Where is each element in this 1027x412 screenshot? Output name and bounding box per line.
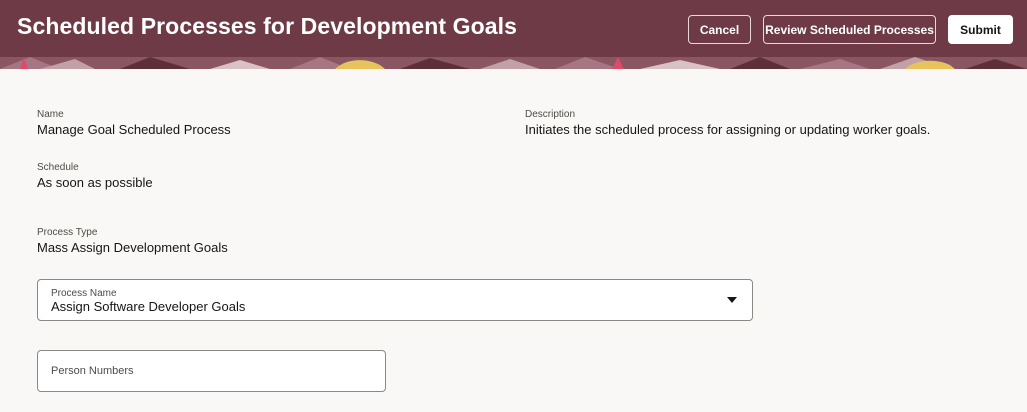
name-value: Manage Goal Scheduled Process (37, 122, 231, 137)
page-header: Scheduled Processes for Development Goal… (0, 0, 1027, 69)
description-value: Initiates the scheduled process for assi… (525, 122, 931, 137)
schedule-value: As soon as possible (37, 175, 153, 190)
page-title: Scheduled Processes for Development Goal… (17, 13, 518, 39)
process-name-value: Assign Software Developer Goals (51, 299, 246, 314)
process-type-value: Mass Assign Development Goals (37, 240, 228, 255)
header-decorative-pattern (0, 57, 1027, 69)
name-label: Name (37, 109, 64, 120)
submit-button[interactable]: Submit (948, 15, 1013, 44)
person-numbers-label: Person Numbers (51, 365, 134, 377)
process-name-select[interactable]: Process Name Assign Software Developer G… (37, 279, 753, 321)
chevron-down-icon[interactable] (727, 297, 737, 303)
review-scheduled-processes-button[interactable]: Review Scheduled Processes (763, 15, 936, 44)
description-label: Description (525, 109, 576, 120)
cancel-button[interactable]: Cancel (688, 15, 751, 44)
schedule-label: Schedule (37, 162, 79, 173)
process-type-label: Process Type (37, 227, 98, 238)
process-name-label: Process Name (51, 288, 117, 299)
person-numbers-input[interactable]: Person Numbers (37, 350, 386, 392)
